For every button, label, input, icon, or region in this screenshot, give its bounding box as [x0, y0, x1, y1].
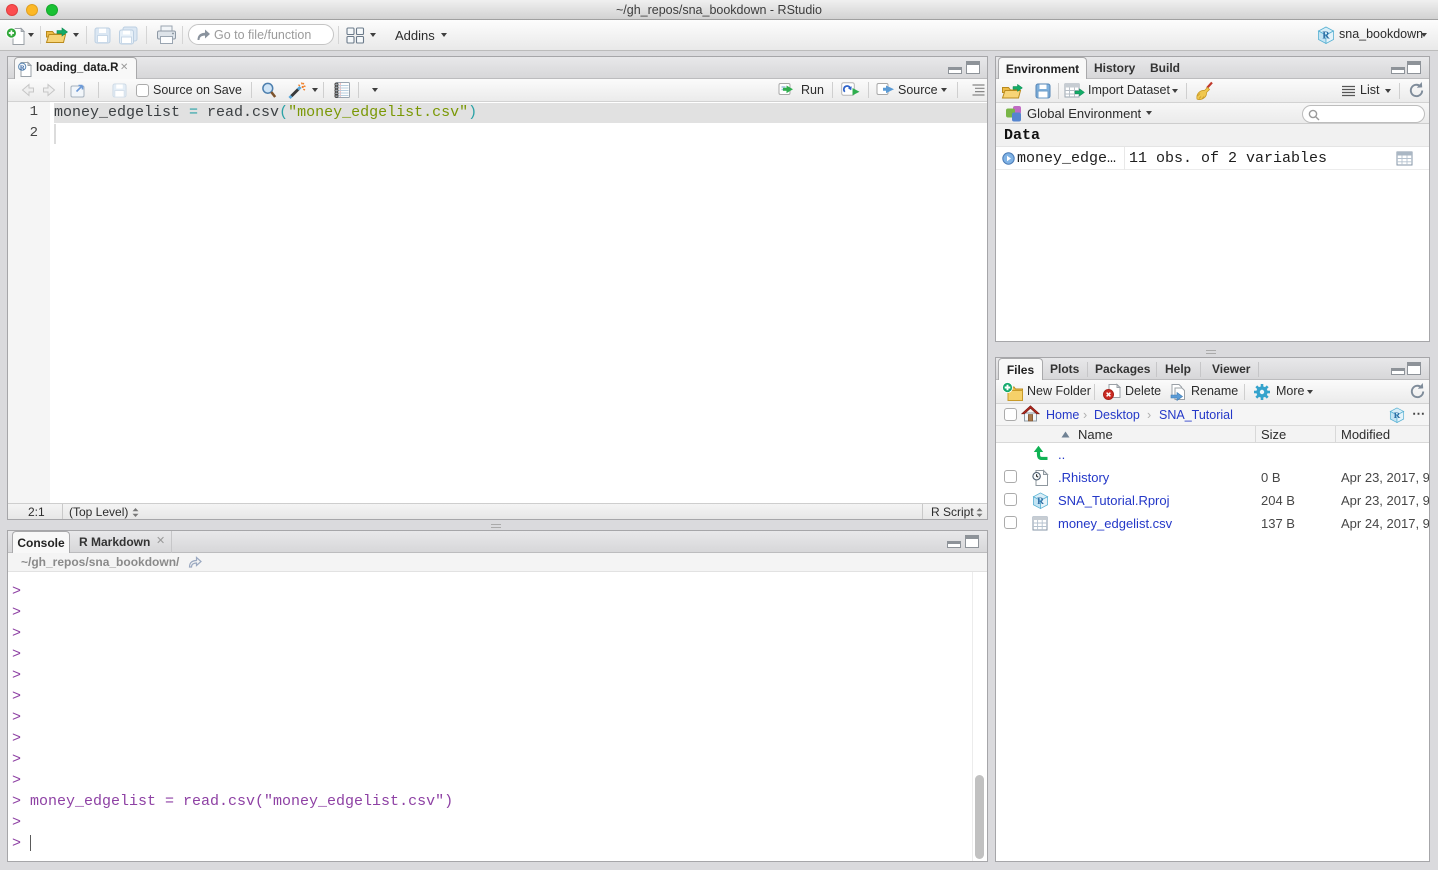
svg-text:R: R [1394, 410, 1401, 420]
svg-text:R: R [1322, 31, 1330, 42]
svg-text:R: R [20, 64, 25, 71]
svg-text:R: R [1037, 497, 1044, 507]
